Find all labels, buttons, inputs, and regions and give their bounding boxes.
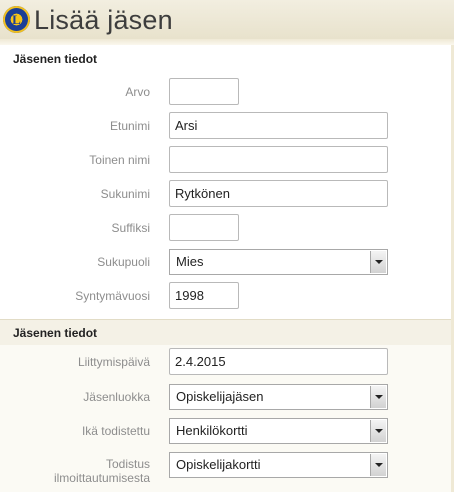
syntymavuosi-input[interactable]: 1998 bbox=[169, 282, 239, 309]
suffiksi-input[interactable] bbox=[169, 214, 239, 241]
section2-title: Jäsenen tiedot bbox=[13, 326, 98, 340]
sukupuoli-select[interactable]: Mies bbox=[169, 249, 388, 275]
ika-todistettu-select[interactable]: Henkilökortti bbox=[169, 418, 388, 444]
jasenluokka-select[interactable]: Opiskelijajäsen bbox=[169, 384, 388, 410]
sukupuoli-label: Sukupuoli bbox=[97, 255, 150, 269]
ika-todistettu-dropdown-button[interactable] bbox=[370, 420, 386, 442]
sukunimi-label: Sukunimi bbox=[100, 187, 150, 201]
arvo-input[interactable] bbox=[169, 78, 239, 105]
etunimi-label: Etunimi bbox=[109, 119, 150, 133]
syntymavuosi-label: Syntymävuosi bbox=[75, 289, 150, 303]
chevron-down-icon bbox=[375, 463, 383, 467]
ika-todistettu-select-value: Henkilökortti bbox=[176, 423, 248, 438]
todistus-dropdown-button[interactable] bbox=[370, 454, 386, 476]
toinen-nimi-label: Toinen nimi bbox=[89, 153, 150, 167]
header-divider bbox=[0, 39, 454, 45]
todistus-label-line1: Todistus bbox=[105, 457, 150, 471]
liittymispaiva-input[interactable]: 2.4.2015 bbox=[169, 348, 388, 375]
sukupuoli-select-value: Mies bbox=[176, 254, 204, 269]
sukupuoli-dropdown-button[interactable] bbox=[370, 251, 386, 273]
chevron-down-icon bbox=[375, 395, 383, 399]
arvo-label: Arvo bbox=[125, 85, 150, 99]
todistus-select-value: Opiskelijakortti bbox=[176, 457, 261, 472]
ika-todistettu-label: Ikä todistettu bbox=[81, 424, 150, 438]
todistus-label-line2: ilmoittautumisesta bbox=[53, 471, 150, 485]
toinen-nimi-input[interactable] bbox=[169, 146, 388, 173]
jasenluokka-label: Jäsenluokka bbox=[83, 390, 150, 404]
lions-logo-letter: L bbox=[12, 12, 21, 27]
chevron-down-icon bbox=[375, 429, 383, 433]
section-title-member-info: Jäsenen tiedot bbox=[13, 52, 98, 66]
jasenluokka-select-value: Opiskelijajäsen bbox=[176, 389, 264, 404]
jasenluokka-dropdown-button[interactable] bbox=[370, 386, 386, 408]
todistus-select[interactable]: Opiskelijakortti bbox=[169, 452, 388, 478]
sukunimi-input[interactable]: Rytkönen bbox=[169, 180, 388, 207]
page-title: Lisää jäsen bbox=[34, 5, 173, 35]
etunimi-input[interactable]: Arsi bbox=[169, 112, 388, 139]
chevron-down-icon bbox=[375, 260, 383, 264]
suffiksi-label: Suffiksi bbox=[111, 221, 150, 235]
liittymispaiva-label: Liittymispäivä bbox=[77, 355, 150, 369]
